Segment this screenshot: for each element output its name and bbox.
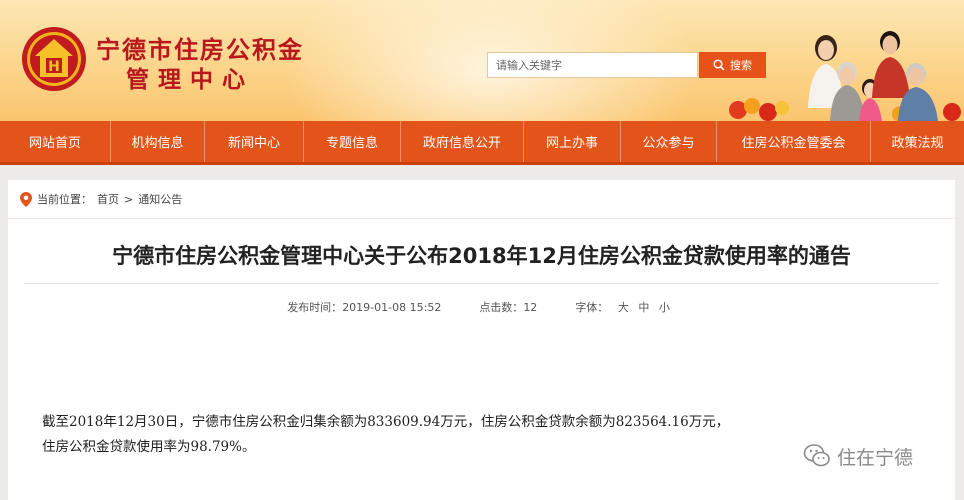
font-size-label: 字体： xyxy=(575,301,609,314)
wechat-icon xyxy=(803,444,830,467)
person-father xyxy=(872,31,910,98)
nav-item-home[interactable]: 网站首页 xyxy=(0,121,111,162)
breadcrumb-home-link[interactable]: 首页 xyxy=(97,191,119,207)
click-count-value: 12 xyxy=(523,301,538,314)
nav-item-policies[interactable]: 政策法规 xyxy=(871,121,964,162)
org-name-line2: 管理中心 xyxy=(126,66,254,93)
family-banner-image xyxy=(729,31,961,121)
divider xyxy=(8,218,955,219)
search-input[interactable] xyxy=(487,52,698,78)
main-nav: 网站首页 机构信息 新闻中心 专题信息 政府信息公开 网上办事 公众参与 住房公… xyxy=(0,121,964,165)
font-size-medium-button[interactable]: 中 xyxy=(638,301,649,314)
publish-time: 发布时间：2019-01-08 15:52 xyxy=(287,299,441,315)
click-count-label: 点击数： xyxy=(479,301,524,314)
nav-item-committee[interactable]: 住房公积金管委会 xyxy=(717,121,871,162)
watermark-text: 住在宁德 xyxy=(837,446,914,469)
nav-item-online-services[interactable]: 网上办事 xyxy=(524,121,621,162)
font-size-small-button[interactable]: 小 xyxy=(659,301,670,314)
wechat-watermark: 住在宁德 xyxy=(803,442,913,470)
nav-item-news[interactable]: 新闻中心 xyxy=(205,121,304,162)
nav-item-organization[interactable]: 机构信息 xyxy=(111,121,205,162)
nav-item-gov-info[interactable]: 政府信息公开 xyxy=(401,121,524,162)
nav-item-public-participation[interactable]: 公众参与 xyxy=(621,121,717,162)
svg-text:H: H xyxy=(48,59,60,75)
publish-time-label: 发布时间： xyxy=(287,301,343,314)
publish-time-value: 2019-01-08 15:52 xyxy=(342,301,442,314)
housing-fund-logo-icon[interactable]: H xyxy=(21,26,87,92)
divider xyxy=(24,283,939,284)
article-card: 当前位置： 首页 > 通知公告 宁德市住房公积金管理中心关于公布2018年12月… xyxy=(8,180,955,500)
article-title: 宁德市住房公积金管理中心关于公布2018年12月住房公积金贷款使用率的通告 xyxy=(112,244,851,268)
click-count: 点击数：12 xyxy=(479,299,537,315)
breadcrumb: 当前位置： 首页 > 通知公告 xyxy=(20,191,182,207)
site-header: H 宁德市住房公积金 管理中心 搜索 xyxy=(0,0,964,121)
article-meta: 发布时间：2019-01-08 15:52 点击数：12 字体： 大 中 小 xyxy=(8,299,955,315)
breadcrumb-separator: > xyxy=(124,192,134,206)
breadcrumb-current[interactable]: 通知公告 xyxy=(138,191,182,207)
font-size-switcher: 字体： 大 中 小 xyxy=(575,299,676,315)
nav-item-topics[interactable]: 专题信息 xyxy=(304,121,401,162)
breadcrumb-prefix: 当前位置： xyxy=(37,193,92,206)
article-paragraph-line1: 截至2018年12月30日，宁德市住房公积金归集余额为833609.94万元，住… xyxy=(42,414,730,430)
font-size-large-button[interactable]: 大 xyxy=(618,301,629,314)
location-pin-icon xyxy=(20,191,32,207)
